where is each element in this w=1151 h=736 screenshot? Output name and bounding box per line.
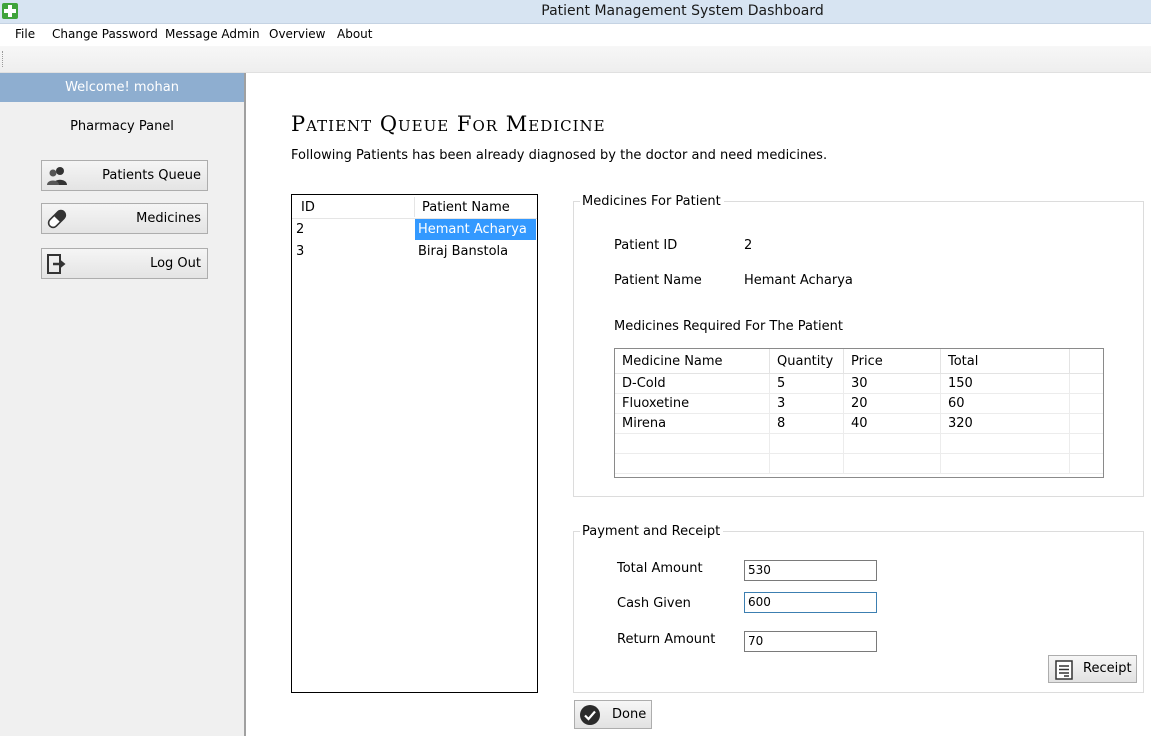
column-header-patient-name[interactable]: Patient Name [422,200,510,215]
table-row-empty[interactable] [615,434,1103,454]
title-bar: Patient Management System Dashboard [0,0,1151,24]
sidebar: Welcome! mohan Pharmacy Panel Patients Q… [0,73,244,736]
patients-queue-label: Patients Queue [102,168,201,183]
column-header-filler [1070,349,1103,374]
medicines-table[interactable]: Medicine Name Quantity Price Total D-Col… [614,348,1104,478]
patient-row[interactable]: 2 Hemant Acharya [292,219,537,241]
empty-cell [844,454,941,474]
medicine-name-cell: Fluoxetine [615,394,770,414]
sidebar-divider [244,73,246,736]
checkmark-circle-icon [580,705,600,725]
log-out-label: Log Out [150,256,201,271]
empty-cell [844,434,941,454]
medicines-button[interactable]: Medicines [41,203,208,234]
users-icon [47,167,67,185]
patient-list[interactable]: ID Patient Name 2 Hemant Acharya 3 Biraj… [291,194,538,693]
patient-id-cell: 3 [296,244,305,259]
patient-id-value: 2 [744,238,753,253]
patient-name-cell: Biraj Banstola [418,244,509,259]
patient-id-label: Patient ID [614,238,678,253]
patient-row[interactable]: 3 Biraj Banstola [292,241,537,263]
quantity-cell: 5 [770,374,844,394]
medicines-required-label: Medicines Required For The Patient [614,319,843,334]
cash-given-field[interactable]: 600 [744,592,877,613]
empty-cell [941,434,1070,454]
column-header-price[interactable]: Price [844,349,941,374]
table-row-empty[interactable] [615,454,1103,474]
total-cell: 320 [941,414,1070,434]
patient-name-label: Patient Name [614,273,702,288]
medicines-label: Medicines [136,211,201,226]
receipt-label: Receipt [1083,661,1132,676]
patient-name-value: Hemant Acharya [744,273,853,288]
toolstrip-grip[interactable] [2,51,5,67]
patient-name-cell: Hemant Acharya [415,219,536,240]
medicines-group-title: Medicines For Patient [580,194,724,209]
medicine-name-cell: Mirena [615,414,770,434]
medicine-name-cell: D-Cold [615,374,770,394]
page-title: Patient Queue For Medicine [291,112,606,136]
total-cell: 150 [941,374,1070,394]
welcome-banner: Welcome! mohan [0,73,244,102]
empty-cell [770,454,844,474]
done-label: Done [612,707,647,722]
panel-title: Pharmacy Panel [70,119,174,134]
patient-list-header: ID Patient Name [292,195,537,219]
logout-icon [47,254,66,274]
empty-cell [615,434,770,454]
column-separator [414,197,415,217]
total-amount-label: Total Amount [617,561,703,576]
return-amount-field[interactable]: 70 [744,631,877,652]
receipt-icon [1055,660,1073,680]
column-header-quantity[interactable]: Quantity [770,349,844,374]
menu-overview[interactable]: Overview [269,27,326,41]
column-header-total[interactable]: Total [941,349,1070,374]
price-cell: 20 [844,394,941,414]
tool-strip [0,46,1151,73]
empty-cell [770,434,844,454]
price-cell: 40 [844,414,941,434]
total-cell: 60 [941,394,1070,414]
table-row[interactable]: Mirena 8 40 320 [615,414,1103,434]
log-out-button[interactable]: Log Out [41,248,208,279]
return-amount-label: Return Amount [617,632,716,647]
quantity-cell: 8 [770,414,844,434]
done-button[interactable]: Done [574,700,652,729]
column-header-id[interactable]: ID [301,200,315,215]
column-header-medicine-name[interactable]: Medicine Name [615,349,770,374]
menu-file[interactable]: File [15,27,35,41]
table-row[interactable]: Fluoxetine 3 20 60 [615,394,1103,414]
patients-queue-button[interactable]: Patients Queue [41,160,208,191]
payment-group-title: Payment and Receipt [580,524,724,539]
receipt-button[interactable]: Receipt [1048,655,1137,683]
menu-message-admin[interactable]: Message Admin [165,27,260,41]
window-title: Patient Management System Dashboard [541,3,824,19]
quantity-cell: 3 [770,394,844,414]
menu-bar: File Change Password Message Admin Overv… [0,24,1151,46]
total-amount-field[interactable]: 530 [744,560,877,581]
empty-cell [941,454,1070,474]
menu-change-password[interactable]: Change Password [52,27,158,41]
pill-icon [47,209,67,229]
menu-about[interactable]: About [337,27,372,41]
page-subtitle: Following Patients has been already diag… [291,148,828,163]
empty-cell [615,454,770,474]
cash-given-label: Cash Given [617,596,691,611]
patient-id-cell: 2 [296,222,305,237]
table-row[interactable]: D-Cold 5 30 150 [615,374,1103,394]
price-cell: 30 [844,374,941,394]
